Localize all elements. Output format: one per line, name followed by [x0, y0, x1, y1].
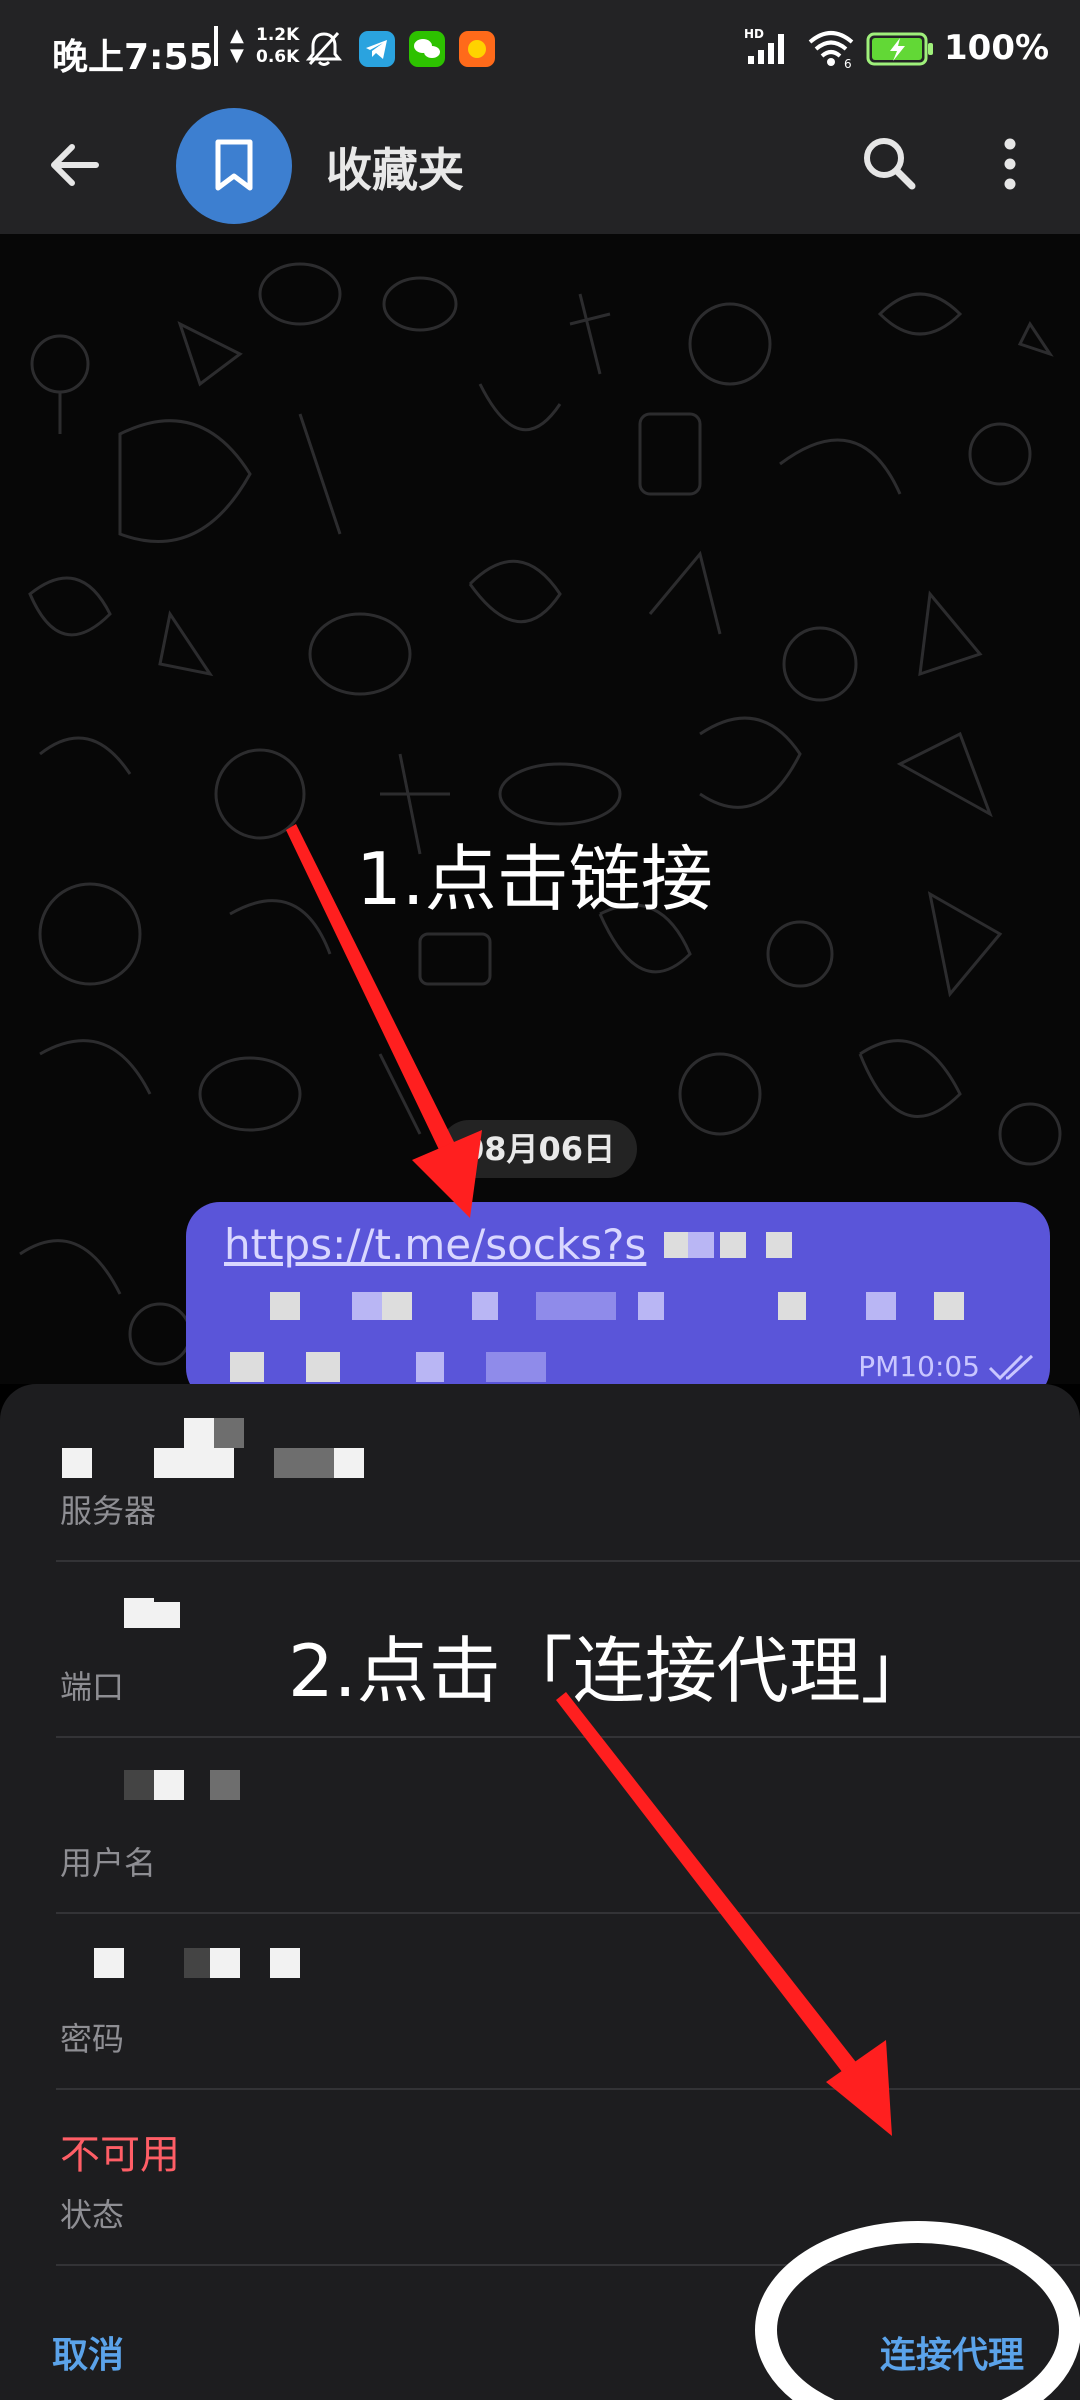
- proxy-field-password: 密码: [56, 1914, 1080, 2090]
- redaction-mask: [306, 1352, 340, 1382]
- chat-title[interactable]: 收藏夹: [326, 134, 464, 200]
- battery-icon: [866, 32, 933, 66]
- net-up: 1.2K: [256, 25, 300, 45]
- redaction-mask: [536, 1292, 616, 1320]
- proxy-field-server: 服务器: [56, 1386, 1080, 1562]
- message-bubble[interactable]: https://t.me/socks?s PM10:05: [186, 1202, 1050, 1384]
- net-arrows-icon: ▲ ▼: [230, 25, 244, 66]
- avatar[interactable]: [176, 108, 292, 224]
- svg-text:HD: HD: [744, 27, 764, 41]
- bookmark-icon: [215, 139, 253, 191]
- annotation-step-2: 2.点击「连接代理」: [288, 1629, 933, 1713]
- redaction-mask: [486, 1352, 546, 1382]
- redaction-mask: [766, 1232, 792, 1258]
- redaction-mask: [382, 1292, 412, 1320]
- redaction-mask: [934, 1292, 964, 1320]
- field-label: 状态: [60, 2196, 125, 2234]
- svg-text:6: 6: [844, 57, 852, 68]
- back-arrow-icon[interactable]: [40, 130, 110, 200]
- redaction-mask: [866, 1292, 896, 1320]
- status-bar: 晚上7:55 ▲ ▼ 1.2K 0.6K HD 6 100%: [0, 0, 1080, 96]
- redaction-mask: [230, 1352, 264, 1382]
- field-label: 密码: [60, 2020, 125, 2058]
- status-separator: [214, 26, 218, 66]
- wechat-icon: [409, 31, 445, 67]
- status-value: 不可用: [60, 2132, 180, 2178]
- redaction-mask: [720, 1232, 746, 1258]
- redaction-mask: [778, 1292, 806, 1320]
- field-label: 服务器: [60, 1492, 157, 1530]
- redaction-mask: [352, 1292, 382, 1320]
- screen: 晚上7:55 ▲ ▼ 1.2K 0.6K HD 6 100% 收藏夹 08月06…: [0, 0, 1080, 2400]
- proxy-link[interactable]: https://t.me/socks?s: [224, 1220, 646, 1269]
- date-separator: 08月06日: [440, 1120, 638, 1178]
- read-double-check-icon: [988, 1354, 1034, 1381]
- proxy-field-status: 不可用 状态: [56, 2090, 1080, 2266]
- message-time: PM10:05: [858, 1350, 980, 1383]
- field-label: 端口: [60, 1668, 125, 1706]
- status-time: 晚上7:55: [52, 37, 214, 78]
- redaction-mask: [416, 1352, 444, 1382]
- field-label: 用户名: [60, 1844, 157, 1882]
- wifi-icon: 6: [808, 31, 854, 68]
- battery-percent: 100%: [944, 28, 1050, 68]
- proxy-field-username: 用户名: [56, 1738, 1080, 1914]
- net-down: 0.6K: [256, 47, 300, 67]
- app-icon: [459, 31, 495, 67]
- connect-proxy-button[interactable]: 连接代理: [880, 2326, 1024, 2378]
- redaction-mask: [664, 1232, 690, 1258]
- redaction-mask: [688, 1232, 714, 1258]
- net-speed: 1.2K 0.6K: [256, 24, 299, 68]
- annotation-step-1: 1.点击链接: [356, 837, 713, 921]
- more-options-icon[interactable]: [982, 126, 1038, 202]
- mute-bell-icon: [306, 31, 342, 66]
- telegram-icon: [359, 31, 395, 67]
- hd-signal-icon: HD: [744, 27, 784, 64]
- search-icon[interactable]: [852, 126, 928, 202]
- redaction-mask: [638, 1292, 664, 1320]
- chat-header: 收藏夹: [0, 96, 1080, 234]
- redaction-mask: [472, 1292, 498, 1320]
- redaction-mask: [270, 1292, 300, 1320]
- chat-area: 08月06日 https://t.me/socks?s PM10:05: [0, 234, 1080, 1384]
- cancel-button[interactable]: 取消: [52, 2326, 124, 2378]
